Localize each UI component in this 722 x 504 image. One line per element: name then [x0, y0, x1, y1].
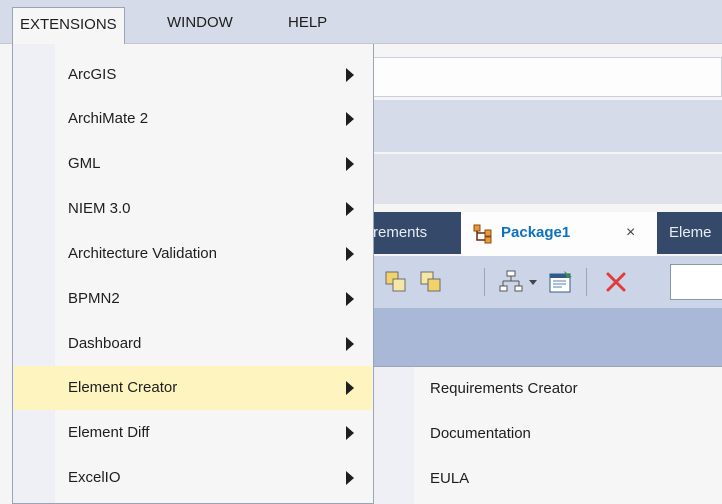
menu-item-arcgis[interactable]: ArcGIS — [14, 53, 372, 97]
submenu-arrow-icon — [346, 202, 354, 216]
layer-front-icon[interactable] — [383, 269, 409, 295]
submenu-arrow-icon — [346, 337, 354, 351]
close-icon[interactable]: × — [626, 212, 635, 254]
menu-item-excelio[interactable]: ExcelIO — [14, 456, 372, 500]
tab-package1[interactable]: Package1 × — [461, 212, 657, 256]
menu-item-gml[interactable]: GML — [14, 142, 372, 186]
hierarchy-icon[interactable] — [498, 269, 524, 295]
menu-bar: EXTENSIONS WINDOW HELP — [0, 0, 722, 44]
menu-item-bpmn2[interactable]: BPMN2 — [14, 277, 372, 321]
menu-item-architecture-validation[interactable]: Architecture Validation — [14, 232, 372, 276]
menu-item-dashboard[interactable]: Dashboard — [14, 322, 372, 366]
diagram-toolbar — [373, 256, 722, 308]
dropdown-arrow-icon[interactable] — [529, 280, 537, 285]
tab-label: rements — [373, 224, 428, 241]
ribbon-area — [373, 100, 722, 152]
menu-item-niem-3[interactable]: NIEM 3.0 — [14, 187, 372, 231]
menu-item-label: Architecture Validation — [68, 245, 217, 262]
toolbar-separator — [586, 268, 587, 296]
address-bar[interactable] — [373, 57, 722, 97]
submenu-arrow-icon — [346, 68, 354, 82]
submenu-item-eula[interactable]: EULA — [375, 457, 721, 501]
properties-icon[interactable] — [548, 269, 574, 295]
delete-icon[interactable] — [603, 269, 629, 295]
extensions-menu: ArcGIS ArchiMate 2 GML NIEM 3.0 Architec… — [12, 44, 374, 504]
menu-item-label: GML — [68, 155, 101, 172]
menu-item-label: Dashboard — [68, 335, 142, 352]
document-tab-strip: rements Package1 × Eleme — [373, 212, 722, 256]
secondary-toolbar — [373, 154, 722, 204]
submenu-arrow-icon — [346, 381, 354, 395]
package-icon — [473, 224, 492, 244]
element-creator-submenu: Requirements Creator Documentation EULA — [373, 366, 722, 504]
diagram-header — [373, 308, 722, 370]
tab-label: Eleme — [669, 224, 712, 241]
tab-label: Package1 — [501, 224, 571, 241]
submenu-item-documentation[interactable]: Documentation — [375, 412, 721, 456]
submenu-item-requirements-creator[interactable]: Requirements Creator — [375, 367, 721, 411]
submenu-arrow-icon — [346, 292, 354, 306]
menu-item-label: Element Creator — [68, 379, 178, 396]
menu-window[interactable]: WINDOW — [160, 8, 240, 38]
submenu-arrow-icon — [346, 426, 354, 440]
menu-item-label: EULA — [430, 470, 470, 487]
menu-item-label: Requirements Creator — [430, 380, 578, 397]
menu-help[interactable]: HELP — [281, 8, 334, 38]
submenu-arrow-icon — [346, 112, 354, 126]
menu-extensions[interactable]: EXTENSIONS — [12, 7, 125, 44]
submenu-arrow-icon — [346, 157, 354, 171]
submenu-arrow-icon — [346, 247, 354, 261]
submenu-arrow-icon — [346, 471, 354, 485]
menu-item-label: BPMN2 — [68, 290, 120, 307]
menu-item-label: ArcGIS — [68, 66, 117, 83]
menu-item-archimate-2[interactable]: ArchiMate 2 — [14, 97, 372, 141]
menu-item-label: ExcelIO — [68, 469, 121, 486]
tab-requirements[interactable]: rements — [373, 212, 457, 254]
menu-item-element-diff[interactable]: Element Diff — [14, 411, 372, 455]
toolbar-input[interactable] — [670, 264, 722, 300]
menu-item-label: ArchiMate 2 — [68, 110, 149, 127]
menu-item-label: Documentation — [430, 425, 531, 442]
menu-item-element-creator[interactable]: Element Creator — [14, 366, 372, 410]
toolbar-separator — [484, 268, 485, 296]
menu-item-label: Element Diff — [68, 424, 150, 441]
tab-element[interactable]: Eleme — [669, 212, 722, 254]
menu-item-label: NIEM 3.0 — [68, 200, 131, 217]
layer-back-icon[interactable] — [418, 269, 444, 295]
